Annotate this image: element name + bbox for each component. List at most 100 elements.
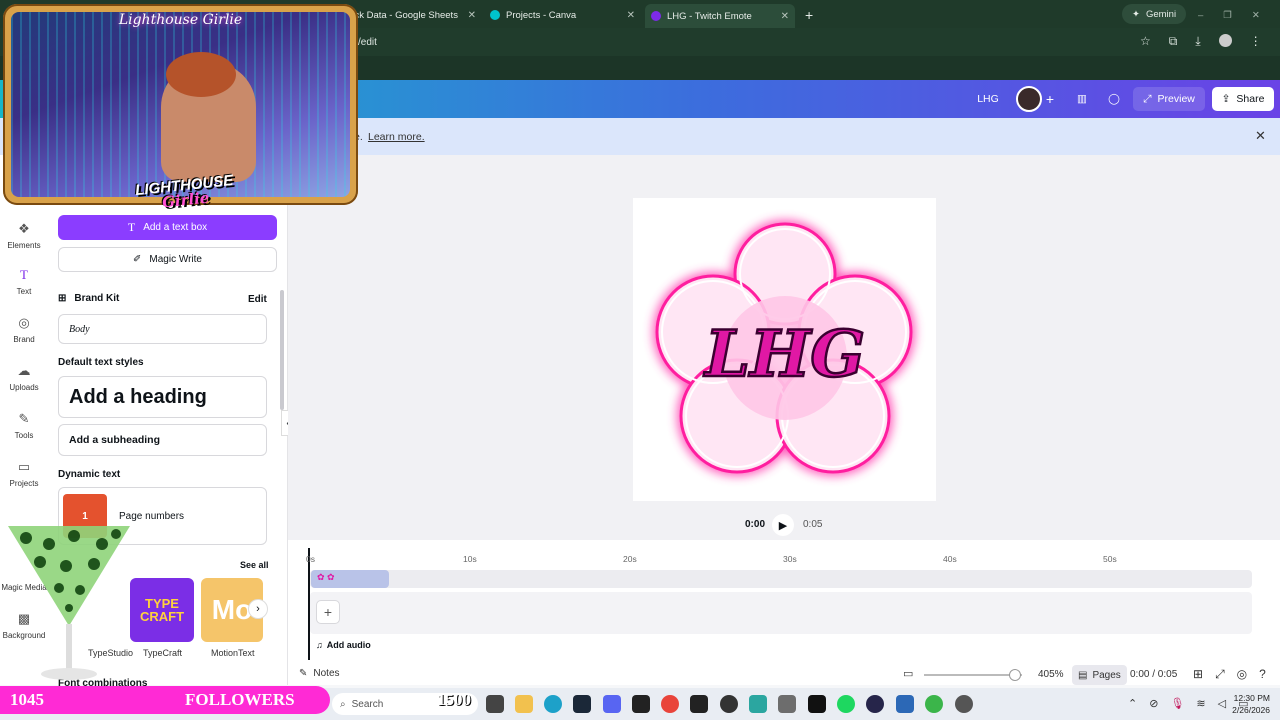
chrome-icon[interactable] xyxy=(661,695,679,713)
insights-icon[interactable]: ▥ xyxy=(1070,87,1094,111)
tab-lhg-twitch-emote[interactable]: LHG - Twitch Emote ✕ xyxy=(645,4,795,28)
tab-kick-data[interactable]: Kick Data - Google Sheets ✕ xyxy=(346,5,476,25)
tab-projects-canva[interactable]: Projects - Canva ✕ xyxy=(490,5,635,25)
rail-item-text[interactable]: T Text xyxy=(0,267,48,296)
rail-label: Tools xyxy=(14,431,34,440)
capcut-icon[interactable] xyxy=(808,695,826,713)
zoom-slider-knob[interactable] xyxy=(1009,669,1022,681)
chevron-right-icon[interactable]: › xyxy=(248,599,268,619)
preview-label: Preview xyxy=(1157,93,1195,105)
martini-glass-decoration xyxy=(8,526,130,680)
add-subheading-box[interactable]: Add a subheading xyxy=(58,424,267,456)
page-track xyxy=(310,570,1252,588)
network-icon[interactable]: ⊘ xyxy=(1149,697,1158,710)
profile-avatar[interactable] xyxy=(1218,34,1232,47)
expand-icon: ⤢ xyxy=(1143,92,1152,105)
add-audio-button[interactable]: ♫ Add audio xyxy=(316,640,371,650)
close-icon[interactable]: ✕ xyxy=(1255,128,1266,144)
pages-button[interactable]: ▤ Pages xyxy=(1072,665,1127,685)
add-collaborator-icon[interactable]: + xyxy=(1041,87,1059,111)
download-icon[interactable]: ⤓ xyxy=(1195,34,1200,49)
template-typecraft[interactable]: TYPE CRAFT xyxy=(130,578,194,642)
design-page[interactable]: LHG xyxy=(633,198,936,501)
share-icon: ⇪ xyxy=(1221,93,1231,105)
url-text[interactable]: /edit xyxy=(358,37,377,48)
app-icon[interactable] xyxy=(955,695,973,713)
follower-goal: 1500 xyxy=(437,690,471,709)
add-heading-box[interactable]: Add a heading xyxy=(58,376,267,418)
extension-icon[interactable]: ⧉ xyxy=(1169,34,1178,49)
add-page-track xyxy=(310,592,1252,634)
chevron-up-icon[interactable]: ⌃ xyxy=(1128,697,1137,710)
rail-item-brand[interactable]: ◎ Brand xyxy=(0,315,48,344)
discord-icon[interactable] xyxy=(603,695,621,713)
play-icon[interactable]: ▶ xyxy=(772,514,794,536)
star-icon[interactable]: ☆ xyxy=(1140,34,1151,49)
body-style-box[interactable]: Body xyxy=(58,314,267,344)
see-all-link[interactable]: See all xyxy=(240,560,269,570)
file-explorer-icon[interactable] xyxy=(515,695,533,713)
chrome-profile-icon[interactable] xyxy=(925,695,943,713)
close-icon[interactable]: ✕ xyxy=(781,11,789,22)
learn-more-link[interactable]: Learn more. xyxy=(368,131,425,143)
collaborator-avatar[interactable] xyxy=(1016,86,1042,112)
brand-kit-icon: ⊞ xyxy=(58,293,67,304)
page-clip[interactable]: ✿ ✿ xyxy=(311,570,389,588)
rail-item-uploads[interactable]: ☁ Uploads xyxy=(0,363,48,392)
menu-icon[interactable]: ⋮ xyxy=(1250,34,1262,49)
tick-label: 20s xyxy=(623,554,637,564)
epic-games-icon[interactable] xyxy=(632,695,650,713)
zoom-level[interactable]: 405% xyxy=(1038,669,1064,680)
close-icon[interactable]: ✕ xyxy=(468,10,476,21)
add-text-box-label: Add a text box xyxy=(143,222,208,233)
clock[interactable]: 12:30 PM 2/26/2026 xyxy=(1222,692,1270,716)
timer-icon[interactable]: ▭ xyxy=(903,667,913,680)
app-icon[interactable] xyxy=(690,695,708,713)
microphone-icon[interactable]: 🎙 xyxy=(1170,697,1184,710)
app-icon[interactable] xyxy=(896,695,914,713)
task-view-icon[interactable] xyxy=(486,695,504,713)
search-label: Search xyxy=(351,698,384,710)
rail-label: Elements xyxy=(7,241,41,250)
preview-button[interactable]: ⤢ Preview xyxy=(1133,87,1205,111)
app-icon[interactable] xyxy=(749,695,767,713)
obs-icon[interactable] xyxy=(720,695,738,713)
rail-item-tools[interactable]: ✎ Tools xyxy=(0,411,48,440)
edge-icon[interactable] xyxy=(544,695,562,713)
tick-label: 10s xyxy=(463,554,477,564)
add-page-button[interactable]: + xyxy=(316,600,340,624)
notes-icon: ✎ xyxy=(299,668,308,679)
webcam-overlay: Lighthouse Girlie xyxy=(3,4,358,205)
comment-icon[interactable]: ◯ xyxy=(1102,87,1126,111)
fullscreen-icon[interactable]: ⤢ xyxy=(1215,667,1225,682)
edit-link[interactable]: Edit xyxy=(248,294,267,305)
notes-button[interactable]: ✎ Notes xyxy=(299,668,340,679)
dynamic-text-heading: Dynamic text xyxy=(58,469,121,480)
add-text-box-button[interactable]: T Add a text box xyxy=(58,215,277,240)
wifi-icon[interactable]: ≋ xyxy=(1196,697,1205,710)
app-icon[interactable] xyxy=(866,695,884,713)
close-window-icon[interactable]: ✕ xyxy=(1252,10,1260,21)
rail-item-projects[interactable]: ▭ Projects xyxy=(0,459,48,488)
magic-write-button[interactable]: ✐ Magic Write xyxy=(58,247,277,272)
help-icon[interactable]: ? xyxy=(1259,667,1266,682)
check-icon[interactable]: ◎ xyxy=(1237,667,1247,682)
minimize-icon[interactable]: – xyxy=(1198,10,1203,21)
maximize-icon[interactable]: ❐ xyxy=(1223,10,1232,21)
share-button[interactable]: ⇪ Share xyxy=(1212,87,1274,111)
close-icon[interactable]: ✕ xyxy=(627,10,635,21)
zoom-slider[interactable] xyxy=(924,669,1022,681)
rail-label: Text xyxy=(16,287,32,296)
gemini-button[interactable]: ✦ Gemini xyxy=(1122,4,1187,24)
rail-item-elements[interactable]: ❖ Elements xyxy=(0,221,48,250)
grid-view-icon[interactable]: ⊞ xyxy=(1193,667,1203,682)
steam-icon[interactable] xyxy=(573,695,591,713)
panel-scrollbar[interactable] xyxy=(280,290,284,410)
document-title[interactable]: LHG xyxy=(968,87,1008,111)
calculator-icon[interactable] xyxy=(778,695,796,713)
new-tab-button[interactable]: + xyxy=(805,5,813,25)
spotify-icon[interactable] xyxy=(837,695,855,713)
clock-date: 2/26/2026 xyxy=(1232,705,1270,715)
gemini-label: Gemini xyxy=(1145,8,1177,20)
text-icon: T xyxy=(127,220,136,234)
